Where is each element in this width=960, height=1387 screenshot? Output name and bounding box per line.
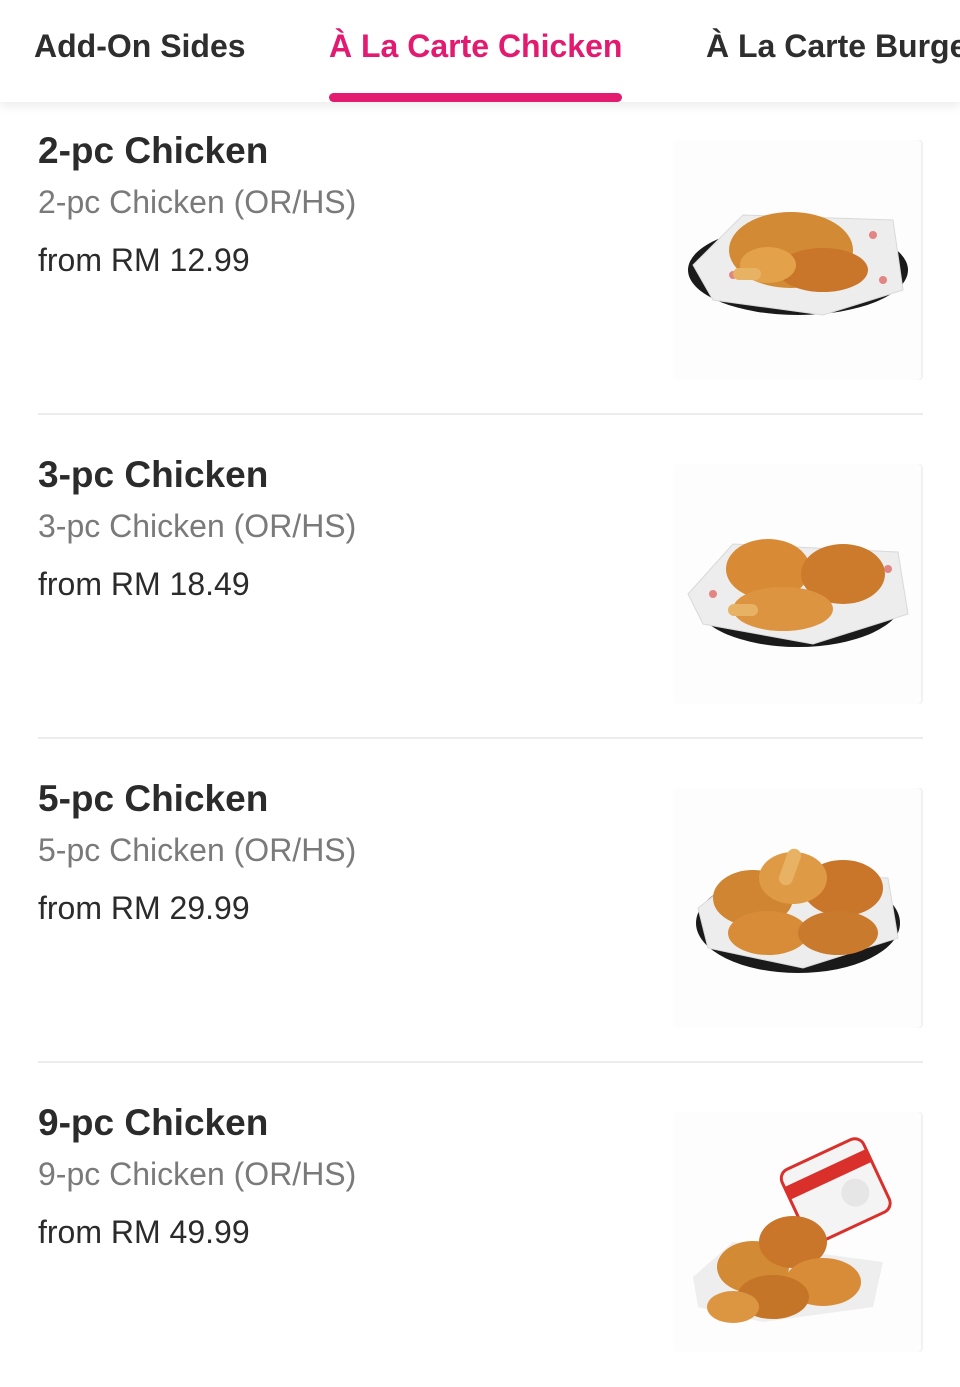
category-tab-bar: Add-On Sides À La Carte Chicken À La Car… [0,0,960,102]
item-name: 9-pc Chicken [38,1102,269,1143]
tab-a-la-carte-chicken[interactable]: À La Carte Chicken [329,0,623,102]
item-price: from RM 18.49 [38,566,250,602]
item-price: from RM 12.99 [38,242,250,278]
item-price: from RM 29.99 [38,890,250,926]
item-description: 3-pc Chicken (OR/HS) [38,508,357,544]
item-description: 5-pc Chicken (OR/HS) [38,832,357,868]
chicken-bucket-image [673,1112,923,1352]
item-name: 2-pc Chicken [38,130,269,171]
menu-item-3pc-chicken[interactable]: 3-pc Chicken 3-pc Chicken (OR/HS) from R… [38,444,923,739]
fried-chicken-plate-image [673,464,923,704]
item-divider [38,737,923,739]
item-name: 5-pc Chicken [38,778,269,819]
item-price: from RM 49.99 [38,1214,250,1250]
fried-chicken-plate-image [673,788,923,1028]
item-divider [38,1061,923,1063]
item-description: 9-pc Chicken (OR/HS) [38,1156,357,1192]
active-tab-indicator [329,93,623,102]
item-description: 2-pc Chicken (OR/HS) [38,184,357,220]
menu-item-2pc-chicken[interactable]: 2-pc Chicken 2-pc Chicken (OR/HS) from R… [38,120,923,415]
menu-item-9pc-chicken[interactable]: 9-pc Chicken 9-pc Chicken (OR/HS) from R… [38,1092,923,1387]
tab-label: Add-On Sides [34,28,246,64]
menu-item-5pc-chicken[interactable]: 5-pc Chicken 5-pc Chicken (OR/HS) from R… [38,768,923,1063]
tab-a-la-carte-burgers[interactable]: À La Carte Burgers [706,0,960,102]
item-name: 3-pc Chicken [38,454,269,495]
item-divider [38,413,923,415]
tab-label: À La Carte Chicken [329,28,623,64]
tab-add-on-sides[interactable]: Add-On Sides [34,0,246,102]
fried-chicken-plate-image [673,140,923,380]
tab-label: À La Carte Burgers [706,28,960,64]
